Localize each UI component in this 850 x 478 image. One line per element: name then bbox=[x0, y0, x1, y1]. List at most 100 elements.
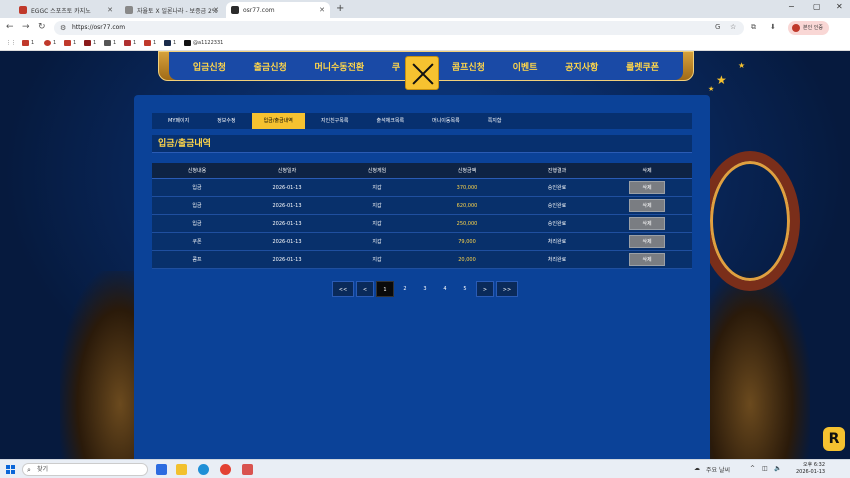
browser-tab-3[interactable]: osr77.com ✕ bbox=[226, 2, 330, 18]
translate-icon[interactable]: G bbox=[715, 23, 720, 31]
site-logo-icon[interactable]: R bbox=[823, 427, 845, 451]
last-page-button[interactable]: >> bbox=[496, 281, 518, 297]
extensions-icon[interactable]: ⧉ bbox=[751, 23, 756, 32]
speaker-icon[interactable]: 🔈 bbox=[774, 465, 781, 472]
back-icon[interactable]: ← bbox=[6, 22, 14, 32]
tab-edit-info[interactable]: 정보수정 bbox=[205, 113, 247, 129]
delete-button[interactable]: 삭제 bbox=[629, 199, 665, 212]
tab-messages[interactable]: 쪽지함 bbox=[476, 113, 514, 129]
mypage-tabs: MY페이지 정보수정 입금/출금내역 지인친구목록 출석체크목록 머니이동목록 … bbox=[152, 113, 692, 129]
browser-tab-1[interactable]: EGGC 스포츠토 카지노 ✕ bbox=[14, 2, 118, 18]
cell-type: 입금 bbox=[192, 203, 202, 209]
close-tab-icon[interactable]: ✕ bbox=[213, 6, 219, 14]
bookmark-favicon-icon bbox=[104, 40, 111, 46]
next-page-button[interactable]: > bbox=[476, 281, 494, 297]
bookmark-item[interactable]: @a1122331 bbox=[184, 40, 223, 46]
nav-roulette-coupon[interactable]: 룰렛쿠폰 bbox=[626, 60, 659, 73]
roulette-wheel-decoration bbox=[700, 151, 800, 291]
close-window-icon[interactable]: ✕ bbox=[836, 2, 843, 11]
browser-tab-2[interactable]: 자율토 X 일론나라 - 보증금 2% ✕ bbox=[120, 2, 224, 18]
taskbar-app-icon[interactable] bbox=[156, 464, 167, 475]
active-app-icon[interactable] bbox=[242, 464, 253, 475]
bookmark-favicon-icon bbox=[184, 40, 191, 46]
tab-money-move-list[interactable]: 머니이동목록 bbox=[420, 113, 472, 129]
nav-event[interactable]: 이벤트 bbox=[513, 60, 538, 73]
taskbar-search-input[interactable]: ⌕ 찾기 bbox=[22, 463, 148, 476]
page-button-current[interactable]: 1 bbox=[376, 281, 394, 297]
bookmark-item[interactable]: 1 bbox=[64, 40, 76, 46]
windows-start-icon[interactable] bbox=[6, 465, 15, 474]
minimize-icon[interactable]: − bbox=[788, 2, 795, 11]
bookmark-favicon-icon bbox=[164, 40, 171, 46]
network-icon[interactable]: ◫ bbox=[762, 465, 768, 472]
search-icon: ⌕ bbox=[27, 466, 31, 474]
nav-comp[interactable]: 콤프신청 bbox=[452, 60, 485, 73]
close-tab-icon[interactable]: ✕ bbox=[319, 6, 325, 14]
page-button[interactable]: 2 bbox=[396, 281, 414, 297]
cell-type: 콤프 bbox=[192, 257, 202, 263]
first-page-button[interactable]: << bbox=[332, 281, 354, 297]
bookmark-item[interactable]: 1 bbox=[104, 40, 116, 46]
weather-icon[interactable]: ☁ bbox=[694, 465, 700, 472]
star-icon: ★ bbox=[716, 73, 727, 87]
bookmark-item[interactable]: 1 bbox=[22, 40, 34, 46]
bookmark-favicon-icon bbox=[144, 40, 151, 46]
bookmark-item[interactable]: 1 bbox=[144, 40, 156, 46]
downloads-icon[interactable]: ⬇ bbox=[770, 23, 776, 31]
bookmark-label: 1 bbox=[31, 40, 35, 46]
bookmarks-bar: ⋮⋮ 1 1 1 1 1 1 1 1 @a1122331 bbox=[0, 38, 850, 51]
maximize-icon[interactable]: ▢ bbox=[813, 2, 821, 11]
system-clock[interactable]: 오후 6:32 2026-01-13 bbox=[796, 462, 825, 476]
apps-icon[interactable]: ⋮⋮ bbox=[6, 40, 16, 46]
bookmark-item[interactable]: 1 bbox=[84, 40, 96, 46]
clock-time: 오후 6:32 bbox=[803, 462, 826, 468]
page-button[interactable]: 4 bbox=[436, 281, 454, 297]
cell-delete: 삭제 bbox=[602, 253, 692, 266]
table-row: 입금 2026-01-13 지갑 370,000 승인완료 삭제 bbox=[152, 179, 692, 197]
bookmark-item[interactable]: 1 bbox=[124, 40, 136, 46]
bookmark-label: 1 bbox=[173, 40, 177, 46]
profile-button[interactable]: 본인 인증 bbox=[788, 21, 829, 35]
reload-icon[interactable]: ↻ bbox=[38, 22, 46, 32]
close-menu-button[interactable] bbox=[405, 56, 439, 90]
chrome-icon[interactable] bbox=[220, 464, 231, 475]
nav-money-transfer[interactable]: 머니수동전환 bbox=[314, 60, 364, 73]
bookmark-favicon-icon bbox=[84, 40, 91, 46]
nav-deposit[interactable]: 입금신청 bbox=[193, 60, 226, 73]
delete-button[interactable]: 삭제 bbox=[629, 217, 665, 230]
cell-game: 지갑 bbox=[372, 203, 382, 209]
tab-deposit-withdraw-history[interactable]: 입금/출금내역 bbox=[251, 113, 305, 129]
nav-notice[interactable]: 공지사항 bbox=[565, 60, 598, 73]
tray-chevron-icon[interactable]: ^ bbox=[750, 465, 755, 472]
nav-withdraw[interactable]: 출금신청 bbox=[254, 60, 287, 73]
tab-friends-list[interactable]: 지인친구목록 bbox=[309, 113, 361, 129]
profile-label: 본인 인증 bbox=[803, 25, 823, 31]
bookmark-star-icon[interactable]: ☆ bbox=[730, 23, 736, 31]
close-tab-icon[interactable]: ✕ bbox=[107, 6, 113, 14]
cell-delete: 삭제 bbox=[602, 235, 692, 248]
prev-page-button[interactable]: < bbox=[356, 281, 374, 297]
tab-attendance-list[interactable]: 출석체크목록 bbox=[364, 113, 416, 129]
delete-button[interactable]: 삭제 bbox=[629, 181, 665, 194]
edge-browser-icon[interactable] bbox=[198, 464, 209, 475]
site-info-icon[interactable]: ⚙ bbox=[60, 21, 66, 35]
bookmark-item[interactable]: 1 bbox=[164, 40, 176, 46]
tab-mypage[interactable]: MY페이지 bbox=[156, 113, 201, 129]
new-tab-button[interactable]: + bbox=[336, 3, 344, 14]
cell-type: 입금 bbox=[192, 221, 202, 227]
page-button[interactable]: 3 bbox=[416, 281, 434, 297]
forward-icon[interactable]: → bbox=[22, 22, 30, 32]
cell-delete: 삭제 bbox=[602, 217, 692, 230]
page-button[interactable]: 5 bbox=[456, 281, 474, 297]
nav-coupon[interactable]: 쿠 bbox=[392, 60, 400, 73]
delete-button[interactable]: 삭제 bbox=[629, 235, 665, 248]
clock-date: 2026-01-13 bbox=[796, 469, 826, 475]
tab-title: EGGC 스포츠토 카지노 bbox=[31, 7, 91, 15]
file-explorer-icon[interactable] bbox=[176, 464, 187, 475]
delete-button[interactable]: 삭제 bbox=[629, 253, 665, 266]
bookmark-item[interactable]: 1 bbox=[44, 40, 56, 46]
weather-text[interactable]: 주요 날씨 bbox=[706, 465, 730, 474]
cell-game: 지갑 bbox=[372, 221, 382, 227]
address-bar[interactable]: ⚙ https://osr77.com bbox=[54, 21, 744, 35]
avatar bbox=[792, 24, 800, 32]
